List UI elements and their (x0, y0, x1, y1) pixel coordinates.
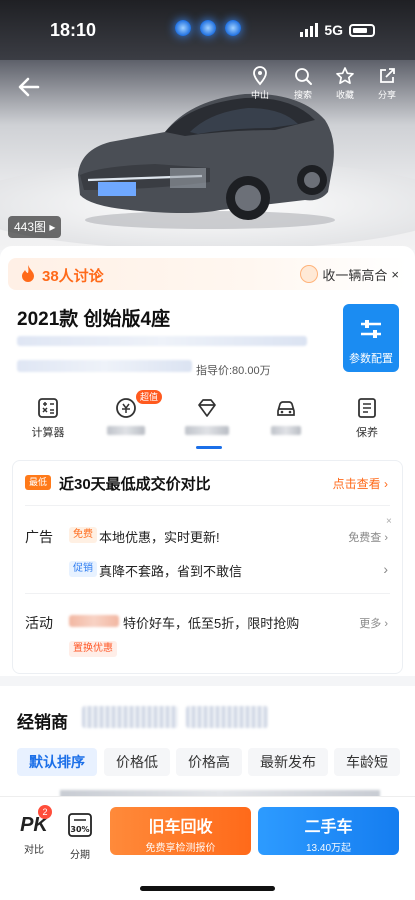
redacted-tool-label (185, 426, 229, 435)
redacted-activity-tag (69, 615, 119, 627)
promo-pill: 促销 (69, 561, 97, 577)
battery-icon (349, 23, 375, 37)
gallery-count-badge[interactable]: 443图 ▸ (8, 216, 62, 238)
promo-chevron-icon[interactable]: › (383, 561, 388, 577)
lowest-price-row[interactable]: 最低 近30天最低成交价对比 点击查看 › (13, 471, 402, 495)
free-check-link[interactable]: 免费查 › (348, 529, 388, 545)
calculator-label: 计算器 (31, 427, 65, 439)
lowest-price-title: 近30天最低成交价对比 (59, 476, 211, 493)
location-label: 中山 (250, 90, 269, 100)
compare-button[interactable]: PK 2 对比 (12, 805, 56, 856)
tool-row: 计算器 超值 保养 (0, 390, 415, 448)
signal-icon (300, 23, 319, 37)
divider (25, 593, 390, 594)
free-pill: 免费 (69, 527, 97, 543)
home-indicator (140, 886, 275, 891)
search-icon (295, 68, 312, 85)
bottom-action-bar: PK 2 对比 30% 分期 旧车回收 免费享检测报价 二手车 13.40万起 (0, 796, 415, 900)
used-car-subtitle: 13.40万起 (305, 843, 352, 854)
redacted-dealer-tab[interactable] (82, 706, 178, 728)
collect-close-icon[interactable]: × (391, 267, 399, 282)
activity-label: 活动 (25, 615, 53, 631)
discussion-bar[interactable]: 38人讨论 › 收一辆高合 × (8, 258, 407, 290)
search-label: 搜索 (293, 90, 312, 100)
sort-tab-default[interactable]: 默认排序 (17, 748, 97, 776)
collect-label: 收一辆高合 (322, 267, 388, 283)
status-time: 18:10 (50, 20, 97, 40)
collect-car-chip[interactable]: 收一辆高合 × (300, 262, 399, 286)
share-button[interactable]: 分享 (367, 66, 407, 101)
dealer-section: 经销商 默认排序 价格低 价格高 最新发布 车龄短 (0, 686, 415, 806)
car-tool[interactable] (251, 396, 321, 435)
back-arrow-icon[interactable] (14, 72, 44, 102)
super-value-badge: 超值 (136, 390, 162, 404)
lowest-badge: 最低 (25, 475, 51, 490)
activity-text[interactable]: 特价好车，低至5折，限时抢购 (123, 613, 299, 632)
deals-panel: 最低 近30天最低成交价对比 点击查看 › × 广告 免费 本地优惠，实时更新!… (12, 460, 403, 674)
more-activities-link[interactable]: 更多 › (359, 615, 388, 631)
sort-tab-newest[interactable]: 最新发布 (248, 748, 328, 776)
chevron-right-icon: › (96, 266, 101, 281)
trade-in-title: 旧车回收 (148, 819, 213, 836)
ad-text[interactable]: 本地优惠，实时更新! (99, 527, 220, 546)
diamond-icon (198, 399, 216, 417)
hero-gallery[interactable]: 18:10 5G 中山 搜索 收藏 分享 443图 ▸ (0, 0, 415, 250)
star-icon (336, 67, 354, 85)
dealer-title: 经销商 (17, 713, 68, 732)
params-config-button[interactable]: 参数配置 (343, 304, 399, 372)
calculator-icon (38, 398, 58, 418)
favorite-button[interactable]: 收藏 (325, 66, 365, 101)
maintenance-tool[interactable]: 保养 (332, 396, 402, 439)
active-tool-indicator (196, 446, 222, 449)
used-car-button[interactable]: 二手车 13.40万起 (258, 807, 399, 855)
maintenance-icon (358, 398, 376, 418)
redacted-tool-label (107, 426, 145, 435)
installment-button[interactable]: 30% 分期 (58, 811, 102, 861)
trade-in-button[interactable]: 旧车回收 免费享检测报价 (110, 807, 251, 855)
installment-label: 分期 (70, 850, 90, 861)
promo-text[interactable]: 真降不套路，省到不敢信 (99, 561, 242, 580)
model-card: 38人讨论 › 收一辆高合 × 2021款 创始版4座 指导价:80.00万 参… (0, 246, 415, 676)
view-lowest-link[interactable]: 点击查看 › (333, 475, 388, 492)
guide-price: 指导价:80.00万 (196, 365, 271, 377)
divider (25, 505, 390, 506)
model-title[interactable]: 2021款 创始版4座 (17, 304, 170, 331)
compare-label: 对比 (24, 845, 44, 856)
redacted-dealer-tab[interactable] (186, 706, 268, 728)
params-icon (361, 320, 381, 338)
network-type: 5G (324, 22, 343, 38)
discussion-count: 38人讨论 (42, 268, 104, 285)
installment-icon: 30% (68, 813, 92, 837)
calculator-tool[interactable]: 计算器 (13, 396, 83, 439)
ad-label: 广告 (25, 529, 53, 545)
collect-icon (300, 265, 319, 283)
redacted-tool-label (271, 426, 301, 435)
fire-icon (22, 265, 34, 282)
top-navigation: 中山 搜索 收藏 分享 (0, 66, 415, 106)
installment-icon-text: 30% (70, 825, 89, 834)
redacted-subtitle (17, 336, 307, 346)
maintenance-label: 保养 (356, 427, 378, 439)
car-icon (277, 401, 295, 416)
exchange-discount-pill[interactable]: 置换优惠 (69, 641, 117, 657)
price-tag-icon (116, 398, 136, 418)
trade-in-subtitle: 免费享检测报价 (145, 843, 216, 854)
share-icon (380, 68, 395, 83)
sort-tab-car-age[interactable]: 车龄短 (334, 748, 400, 776)
close-icon[interactable]: × (386, 517, 396, 527)
location-button[interactable]: 中山 (240, 66, 280, 101)
redacted-price (17, 360, 192, 372)
sort-tab-price-low[interactable]: 价格低 (104, 748, 170, 776)
search-button[interactable]: 搜索 (283, 66, 323, 101)
location-pin-icon (253, 66, 267, 86)
sort-tabs: 默认排序 价格低 价格高 最新发布 车龄短 (0, 748, 415, 778)
status-bar: 18:10 5G (0, 0, 415, 56)
diamond-tool[interactable] (172, 396, 242, 435)
sort-tab-price-high[interactable]: 价格高 (176, 748, 242, 776)
compare-count-badge: 2 (38, 805, 52, 819)
favorite-label: 收藏 (335, 90, 354, 100)
share-label: 分享 (377, 90, 396, 100)
params-config-label: 参数配置 (349, 353, 393, 365)
used-car-title: 二手车 (304, 819, 353, 836)
